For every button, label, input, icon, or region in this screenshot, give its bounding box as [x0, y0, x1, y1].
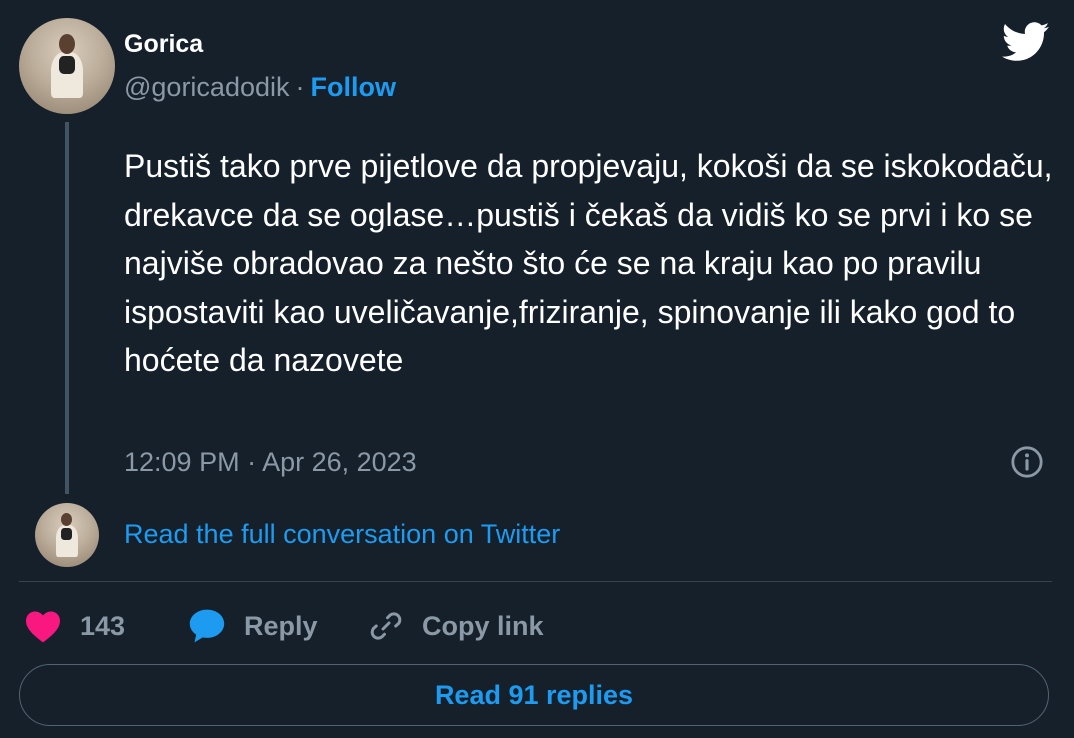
like-count: 143: [80, 610, 126, 641]
author-handle-row: @goricadodik · Follow: [124, 72, 396, 103]
thread-line: [65, 122, 69, 494]
copy-link-button[interactable]: Copy link: [368, 606, 544, 646]
handle-separator: ·: [295, 72, 305, 102]
read-replies-label: Read 91 replies: [434, 679, 634, 710]
like-button[interactable]: 143: [24, 606, 125, 646]
twitter-bird-icon[interactable]: [1002, 22, 1050, 62]
tweet-text: Pustiš tako prve pijetlove da propjevaju…: [124, 148, 1053, 378]
reply-label: Reply: [244, 610, 318, 641]
author-name[interactable]: Gorica: [124, 30, 203, 59]
tweet-timestamp[interactable]: 12:09 PM · Apr 26, 2023: [124, 447, 417, 478]
conversation-avatar[interactable]: [35, 503, 99, 567]
speech-bubble-icon: [189, 609, 225, 643]
copy-link-label: Copy link: [422, 610, 544, 641]
read-replies-button[interactable]: Read 91 replies: [19, 664, 1049, 726]
author-handle[interactable]: @goricadodik: [124, 72, 290, 102]
follow-button[interactable]: Follow: [311, 72, 396, 102]
read-conversation-link[interactable]: Read the full conversation on Twitter: [124, 519, 560, 550]
link-icon: [370, 612, 402, 640]
divider: [19, 581, 1052, 582]
reply-button[interactable]: Reply: [188, 606, 318, 646]
info-icon[interactable]: [1010, 445, 1044, 479]
heart-icon: [26, 611, 60, 643]
author-avatar[interactable]: [19, 18, 115, 114]
